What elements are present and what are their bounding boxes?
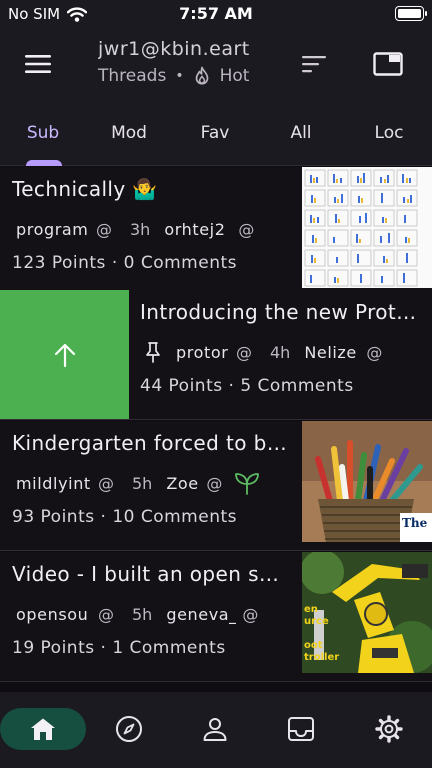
post-title[interactable]: Technically 🤷‍♂️ xyxy=(12,177,300,201)
community-name[interactable]: protor xyxy=(176,343,230,362)
tab-favorites[interactable]: Fav xyxy=(172,123,258,143)
author-name[interactable]: geneva_ xyxy=(166,605,236,624)
community-at: @ xyxy=(98,604,114,624)
feed-tabs: Sub Mod Fav All Loc xyxy=(0,112,432,166)
app-bar: jwr1@kbin.eart Threads • Hot xyxy=(0,30,432,112)
community-at: @ xyxy=(98,473,114,493)
account-name: jwr1@kbin.eart xyxy=(98,38,250,60)
nav-profile[interactable] xyxy=(172,708,258,750)
post-age: 4h xyxy=(270,342,291,362)
status-bar: No SIM 7:57 AM xyxy=(0,0,432,30)
post-thumbnail[interactable]: en urce oot troller xyxy=(302,552,432,673)
nav-inbox[interactable] xyxy=(258,708,344,750)
community-at: @ xyxy=(96,219,112,239)
person-icon xyxy=(203,718,227,741)
community-at: @ xyxy=(236,342,252,362)
battery-icon xyxy=(395,6,427,21)
sort-button[interactable] xyxy=(292,46,336,82)
post-card[interactable]: Kindergarten forced to b… mildlyint @ 5h… xyxy=(0,421,432,551)
author-name[interactable]: orhtej2 xyxy=(164,220,232,239)
post-title[interactable]: Video - I built an open s… xyxy=(12,562,300,586)
thumbnail-text: en xyxy=(304,604,318,615)
post-age: 5h xyxy=(132,473,153,493)
pin-icon xyxy=(146,342,160,363)
clock: 7:57 AM xyxy=(179,4,253,23)
thumbnail-text: urce xyxy=(304,616,329,627)
sort-icon xyxy=(302,56,326,73)
post-counts: 19 Points · 1 Comments xyxy=(12,638,226,658)
thumbnail-graphic: en urce oot troller xyxy=(302,552,432,673)
tab-all[interactable]: All xyxy=(258,123,344,143)
post-age: 5h xyxy=(132,604,153,624)
post-title[interactable]: Kindergarten forced to b… xyxy=(12,431,300,455)
card-view-icon xyxy=(373,52,403,76)
post-age: 3h xyxy=(130,219,151,239)
post-thumbnail[interactable] xyxy=(302,167,432,288)
sprout-icon xyxy=(235,473,260,495)
nav-home[interactable] xyxy=(0,708,86,750)
community-name[interactable]: opensou xyxy=(16,605,92,624)
hamburger-icon xyxy=(25,55,51,73)
upvote-swipe-action[interactable] xyxy=(0,290,129,419)
author-at: @ xyxy=(238,219,255,239)
separator: • xyxy=(175,68,184,84)
thumbnail-text: troller xyxy=(304,652,339,663)
active-tab-indicator xyxy=(26,160,62,166)
nav-settings[interactable] xyxy=(346,708,432,750)
post-card[interactable]: Technically 🤷‍♂️ program @ 3h orhtej2 @ … xyxy=(0,167,432,297)
layout-toggle-button[interactable] xyxy=(366,46,410,82)
menu-button[interactable] xyxy=(14,46,62,82)
tab-subscribed[interactable]: Sub xyxy=(0,123,86,143)
author-at: @ xyxy=(242,604,259,624)
thumbnail-graphic: The Gua xyxy=(302,421,432,542)
tab-moderated[interactable]: Mod xyxy=(86,123,172,143)
post-title[interactable]: Introducing the new Prot… xyxy=(140,300,426,324)
post-counts: 93 Points · 10 Comments xyxy=(12,507,237,527)
home-icon xyxy=(31,718,55,740)
post-counts: 44 Points · 5 Comments xyxy=(140,376,354,396)
gear-icon xyxy=(375,715,403,743)
sort-label: Hot xyxy=(219,66,250,86)
feed-title[interactable]: jwr1@kbin.eart Threads • Hot xyxy=(98,38,278,86)
tab-local[interactable]: Loc xyxy=(346,123,432,143)
thumbnail-text: oot xyxy=(304,640,323,651)
thumbnail-graphic xyxy=(304,169,418,287)
author-at: @ xyxy=(366,342,383,362)
post-thumbnail[interactable]: The Gua xyxy=(302,421,432,542)
author-name[interactable]: Zoe xyxy=(166,474,200,493)
nav-explore[interactable] xyxy=(86,708,172,750)
post-card[interactable]: Video - I built an open s… opensou @ 5h … xyxy=(0,552,432,682)
post-card[interactable]: Introducing the new Prot… protor @ 4h Ne… xyxy=(0,290,432,420)
community-name[interactable]: program xyxy=(16,220,90,239)
flame-icon xyxy=(195,66,208,85)
compass-icon xyxy=(116,716,142,742)
community-name[interactable]: mildlyint xyxy=(16,474,92,493)
post-counts: 123 Points · 0 Comments xyxy=(12,253,237,273)
author-at: @ xyxy=(206,473,223,493)
arrow-up-icon xyxy=(54,343,75,368)
bottom-navigation xyxy=(0,692,432,768)
thumbnail-text: The Gua xyxy=(402,516,432,530)
author-name[interactable]: Nelize xyxy=(304,343,360,362)
inbox-icon xyxy=(288,717,314,741)
view-label: Threads xyxy=(98,66,167,86)
